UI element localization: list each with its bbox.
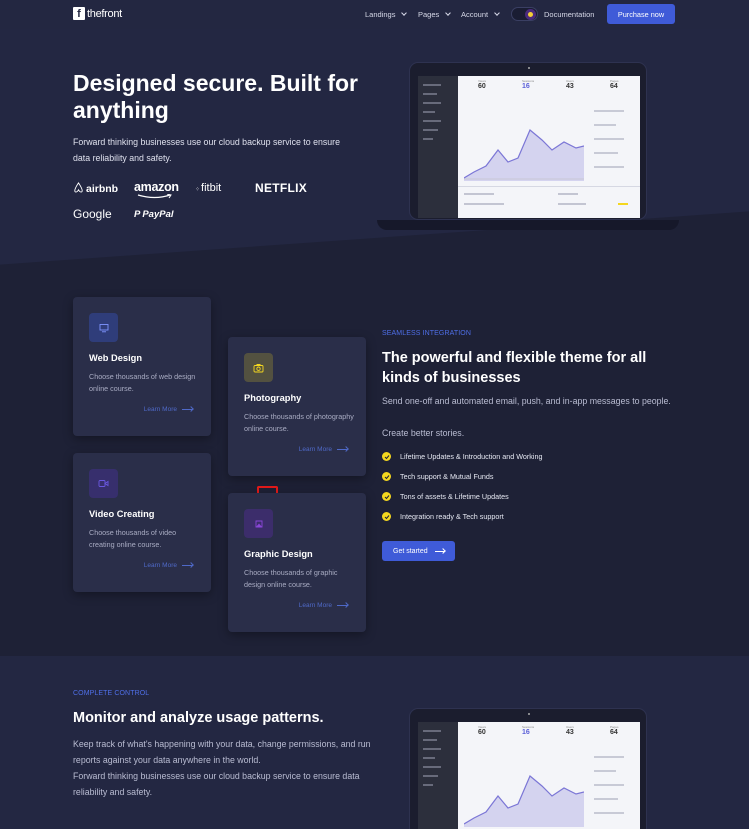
arrow-right-icon: [182, 409, 193, 410]
card-title: Graphic Design: [244, 549, 313, 559]
card-graphic-design[interactable]: Graphic Design Choose thousands of graph…: [228, 493, 366, 632]
nav-landings-label: Landings: [365, 10, 396, 19]
integration-tagline: Create better stories.: [382, 428, 465, 438]
feature-list-item: Tech support & Mutual Funds: [382, 472, 494, 481]
video-icon: [89, 469, 118, 498]
chevron-down-icon: [401, 10, 408, 16]
arrow-right-icon: [434, 550, 445, 552]
camera-icon: [244, 353, 273, 382]
dashboard-screenshot: Views 60 Sessions 16 Users 43 Pages 64: [418, 76, 640, 218]
arrow-right-icon: [337, 605, 348, 606]
paypal-logo: P PayPal: [134, 209, 174, 220]
feature-list-item: Lifetime Updates & Introduction and Work…: [382, 452, 543, 461]
integration-title: The powerful and flexible theme for all …: [382, 350, 647, 386]
card-title: Video Creating: [89, 509, 155, 519]
check-icon: [382, 512, 391, 521]
feature-list-item: Integration ready & Tech support: [382, 512, 504, 521]
check-icon: [382, 452, 391, 461]
hero-title: Designed secure. Built for anything: [73, 70, 359, 123]
top-navbar: f thefront Landings Pages Account Docume…: [0, 0, 749, 29]
card-title: Web Design: [89, 353, 143, 363]
card-description: Choose thousands of photography online c…: [244, 412, 354, 433]
card-description: Choose thousands of graphic design onlin…: [244, 568, 338, 589]
card-video-creating[interactable]: Video Creating Choose thousands of video…: [73, 453, 211, 592]
brand-logo[interactable]: f thefront: [73, 7, 122, 20]
nav-pages-label: Pages: [418, 10, 440, 19]
logo-mark: f: [73, 7, 85, 20]
card-photography[interactable]: Photography Choose thousands of photogra…: [228, 337, 366, 476]
nav-pages[interactable]: Pages: [418, 10, 452, 19]
chevron-down-icon: [494, 10, 500, 16]
amazon-logo: amazon: [134, 180, 179, 199]
card-description: Choose thousands of web design online co…: [89, 372, 196, 393]
check-icon: [382, 492, 391, 501]
monitor-icon: [89, 313, 118, 342]
logo-text: thefront: [87, 7, 122, 20]
learn-more-link[interactable]: Learn More: [144, 406, 193, 413]
learn-more-link[interactable]: Learn More: [299, 602, 348, 609]
hero-subtitle: Forward thinking businesses use our clou…: [73, 137, 340, 163]
feature-list-item: Tons of assets & Lifetime Updates: [382, 492, 509, 501]
nav-account[interactable]: Account: [461, 10, 500, 19]
nav-landings[interactable]: Landings: [365, 10, 408, 19]
graphic-icon: [244, 509, 273, 538]
theme-toggle[interactable]: [511, 7, 538, 21]
control-title: Monitor and analyze usage patterns.: [73, 710, 324, 726]
control-tagline: Forward thinking businesses use our clou…: [73, 771, 360, 797]
integration-description: Send one-off and automated email, push, …: [382, 396, 671, 406]
integration-eyebrow: SEAMLESS INTEGRATION: [382, 330, 471, 337]
learn-more-link[interactable]: Learn More: [144, 562, 193, 569]
card-title: Photography: [244, 393, 302, 403]
fitbit-logo: ⁘ fitbit: [195, 182, 222, 194]
chevron-down-icon: [445, 10, 452, 16]
purchase-button[interactable]: Purchase now: [607, 4, 675, 24]
google-logo: Google: [73, 207, 112, 221]
moon-icon: [525, 9, 536, 20]
nav-documentation-label: Documentation: [544, 10, 595, 19]
check-icon: [382, 472, 391, 481]
netflix-logo: NETFLIX: [255, 181, 308, 195]
card-description: Choose thousands of video creating onlin…: [89, 528, 177, 549]
get-started-button[interactable]: Get started: [382, 541, 455, 561]
card-web-design[interactable]: Web Design Choose thousands of web desig…: [73, 297, 211, 436]
nav-account-label: Account: [461, 10, 489, 19]
control-eyebrow: COMPLETE CONTROL: [73, 690, 150, 697]
learn-more-link[interactable]: Learn More: [299, 446, 348, 453]
arrow-right-icon: [337, 449, 348, 450]
airbnb-logo: airbnb: [73, 182, 118, 195]
arrow-right-icon: [182, 565, 193, 566]
nav-documentation[interactable]: Documentation: [544, 10, 594, 19]
dashboard-screenshot: Views 60 Sessions 16 Users 43 Pages 64: [418, 722, 640, 829]
control-description: Keep track of what's happening with your…: [73, 739, 371, 765]
